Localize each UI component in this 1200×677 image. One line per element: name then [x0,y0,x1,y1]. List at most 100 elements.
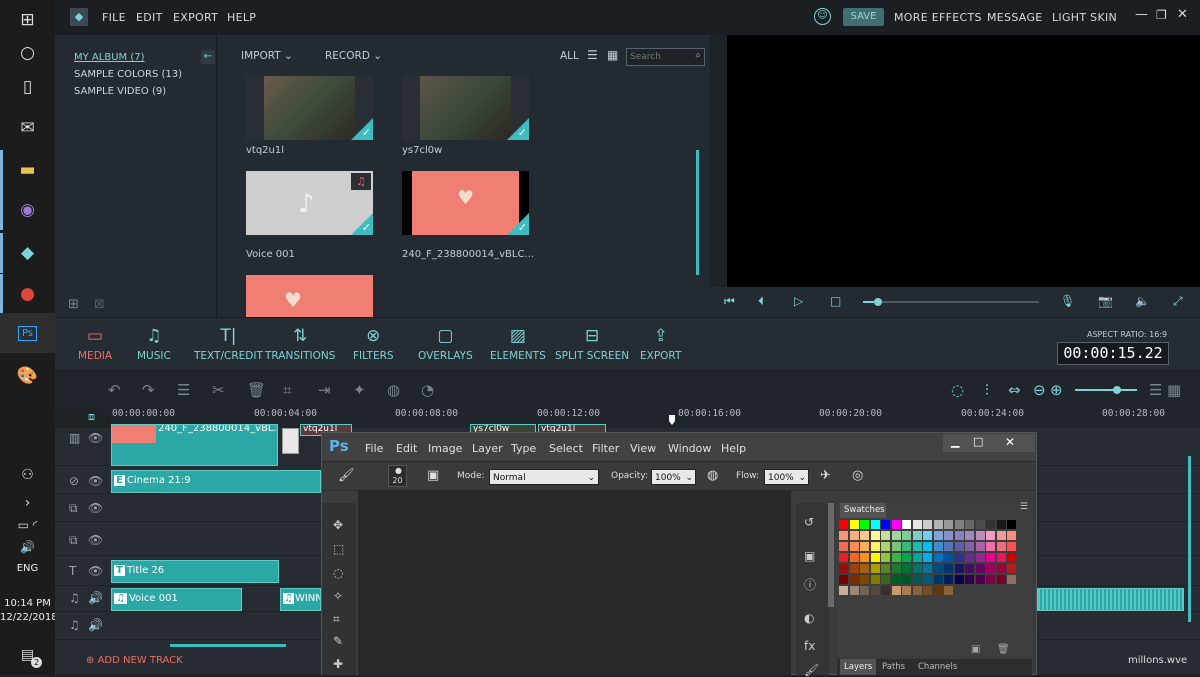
settings-sliders-icon[interactable]: ☰ [177,381,190,399]
add-new-track-button[interactable]: ⊕ ADD NEW TRACK [86,655,183,666]
list-view-icon[interactable]: ☰ [587,48,598,62]
tab-overlays[interactable]: ▢ OVERLAYS [418,326,473,362]
color-swatch[interactable] [954,542,964,551]
ps-menu-image[interactable]: Image [428,442,462,455]
color-swatch[interactable] [891,575,901,584]
color-swatch[interactable] [881,586,890,595]
color-swatch[interactable] [1007,575,1016,584]
speaker-icon[interactable]: 🔊 [88,591,103,605]
play-icon[interactable]: ▷ [794,294,803,308]
color-swatch[interactable] [923,564,932,573]
eyedropper-icon[interactable]: ✎ [333,634,343,648]
tab-channels[interactable]: Channels [918,659,957,675]
color-swatch[interactable] [902,520,911,529]
timeline-scrollbar[interactable] [1188,456,1191,622]
color-swatch[interactable] [1007,553,1016,562]
timeline-hscrollbar[interactable] [170,644,286,647]
minimize-icon[interactable]: — [1135,7,1148,22]
restore-icon[interactable]: ❐ [1156,8,1167,22]
color-swatch[interactable] [933,531,943,540]
pressure-opacity-icon[interactable]: ◍ [707,468,718,483]
color-swatch[interactable] [1007,531,1016,540]
add-folder-icon[interactable]: ⊞ [68,297,79,312]
color-swatch[interactable] [986,553,995,562]
audio-clip[interactable]: ♫ Voice 001 [111,588,242,611]
chrome-icon[interactable]: ● [0,274,55,314]
color-swatch[interactable] [839,542,848,551]
color-swatch[interactable] [975,553,985,562]
color-swatch[interactable] [986,520,995,529]
ps-menu-filter[interactable]: Filter [592,442,619,455]
eye-icon[interactable]: 👁 [88,501,103,515]
color-swatch[interactable] [933,586,943,595]
crop-tool-icon[interactable]: ⌗ [333,612,340,627]
color-swatch[interactable] [975,520,985,529]
color-swatch[interactable] [986,564,995,573]
color-swatch[interactable] [975,575,985,584]
color-swatch[interactable] [891,586,901,595]
audio-clip[interactable]: ♫ WINN [280,588,321,611]
photoshop-canvas-area[interactable] [358,491,791,675]
color-swatch[interactable] [923,542,932,551]
color-swatch[interactable] [902,564,911,573]
viber-icon[interactable]: ◉ [0,190,55,230]
color-swatch[interactable] [954,553,964,562]
color-swatch[interactable] [923,586,932,595]
color-swatch[interactable] [870,520,880,529]
color-swatch[interactable] [1007,520,1016,529]
flow-field[interactable]: 100% ⌄ [764,469,809,485]
color-swatch[interactable] [975,564,985,573]
tab-split-screen[interactable]: ⊟ SPLIT SCREEN [555,326,629,362]
color-swatch[interactable] [996,553,1006,562]
ps-menu-type[interactable]: Type [511,442,536,455]
color-swatch[interactable] [923,575,932,584]
stop-icon[interactable]: □ [830,294,841,308]
overlay-clip[interactable]: E Cinema 21:9 [111,470,321,493]
media-thumb[interactable]: ✓ [402,76,529,140]
render-icon[interactable]: ◌ [951,381,964,399]
ps-menu-file[interactable]: File [365,442,383,455]
color-swatch[interactable] [849,542,859,551]
color-swatch[interactable] [996,564,1006,573]
color-swatch[interactable] [860,575,869,584]
color-swatch[interactable] [860,531,869,540]
task-view-icon[interactable]: ▯ [0,67,55,107]
playback-slider[interactable] [863,298,1039,306]
media-scrollbar[interactable] [696,150,699,275]
tab-paths[interactable]: Paths [882,659,905,675]
magic-icon[interactable]: ✦ [353,381,366,399]
info-icon[interactable]: ⓘ [804,576,816,593]
color-swatch[interactable] [881,520,890,529]
undo-icon[interactable]: ↶ [108,381,121,399]
color-swatch[interactable] [954,531,964,540]
color-swatch[interactable] [954,575,964,584]
speaker-icon[interactable]: 🔊 [88,618,103,632]
system-clock[interactable]: 10:14 PM 12/22/2018 [0,597,58,625]
fit-icon[interactable]: ⇔ [1008,381,1021,399]
color-swatch[interactable] [881,531,890,540]
color-swatch[interactable] [912,586,922,595]
panel-menu-icon[interactable]: ☰ [1020,502,1028,512]
volume-icon[interactable]: 🔊 [0,527,55,567]
account-icon[interactable]: ☺ [814,8,831,25]
color-swatch[interactable] [912,542,922,551]
color-swatch[interactable] [891,531,901,540]
color-swatch[interactable] [986,542,995,551]
color-swatch[interactable] [933,553,943,562]
ps-menu-layer[interactable]: Layer [472,442,503,455]
zoom-out-icon[interactable]: ⊖ [1033,381,1046,399]
ps-menu-select[interactable]: Select [549,442,583,455]
color-swatch[interactable] [870,564,880,573]
color-swatch[interactable] [870,586,880,595]
grid-icon[interactable]: ▦ [1167,381,1181,399]
media-thumb[interactable]: ♥ ✓ [402,171,529,235]
message-link[interactable]: MESSAGE [987,11,1043,24]
color-swatch[interactable] [944,586,953,595]
color-swatch[interactable] [912,520,922,529]
color-swatch[interactable] [912,564,922,573]
album-sample-video[interactable]: SAMPLE VIDEO (9) [74,86,166,97]
color-swatch[interactable] [849,553,859,562]
color-swatch[interactable] [849,564,859,573]
color-swatch[interactable] [933,520,943,529]
color-swatch[interactable] [860,553,869,562]
